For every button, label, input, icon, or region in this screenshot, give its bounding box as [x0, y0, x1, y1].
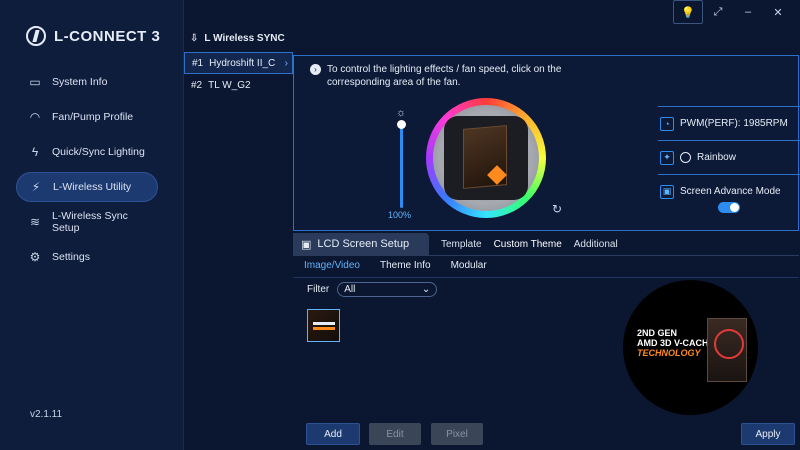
tab-template[interactable]: Template: [441, 239, 482, 250]
lighting-mode-row[interactable]: ✦ Rainbow: [658, 140, 800, 174]
maximize-icon[interactable]: ⤢: [703, 0, 733, 24]
pwm-row[interactable]: ◔ PWM(PERF): 1985RPM: [658, 106, 800, 140]
logo-icon: [26, 26, 46, 46]
chevron-down-icon: ⌄: [421, 284, 431, 295]
divider: [293, 277, 799, 278]
brightness-icon: ☼: [396, 107, 407, 119]
chevron-right-icon: ›: [284, 57, 288, 69]
gear-icon: ⚙: [29, 250, 41, 264]
device-item-tl-w-g2[interactable]: #2 TL W_G2: [184, 74, 293, 96]
subtab-image-video[interactable]: Image/Video: [304, 260, 360, 271]
app-version: v2.1.11: [30, 409, 63, 420]
close-icon[interactable]: ✕: [763, 0, 793, 24]
rotate-icon[interactable]: ↻: [552, 202, 562, 216]
brand: L-CONNECT 3: [26, 26, 160, 46]
sidebar-item-label: System Info: [52, 76, 108, 88]
media-thumbnail[interactable]: [307, 309, 340, 342]
device-group-header: ⇩ L Wireless SYNC: [190, 33, 285, 44]
lcd-screen-icon: ▣: [301, 238, 312, 251]
sidebar-item-label: Fan/Pump Profile: [52, 111, 134, 123]
device-name: TL W_G2: [208, 79, 251, 91]
screen-advance-toggle[interactable]: [718, 202, 740, 213]
brightness-slider-handle[interactable]: [397, 120, 406, 129]
wireless-icon: ⚡: [31, 180, 41, 194]
fan-lcd-preview[interactable]: [444, 116, 528, 200]
filter-label: Filter: [307, 284, 330, 295]
tab-additional[interactable]: Additional: [574, 239, 618, 250]
device-id: #2: [191, 79, 203, 91]
device-id: #1: [192, 57, 204, 69]
pixel-button[interactable]: Pixel: [431, 423, 483, 445]
device-list: #1 Hydroshift II_C › #2 TL W_G2: [184, 52, 293, 96]
fan-icon: ◠: [29, 110, 41, 124]
device-control-panel: › To control the lighting effects / fan …: [293, 55, 800, 231]
monitor-icon: ▭: [29, 75, 41, 89]
sidebar-item-l-wireless-sync-setup[interactable]: ≋ L-Wireless Sync Setup: [16, 207, 158, 237]
arrow-right-circle-icon: ›: [310, 64, 321, 75]
screen-icon: ▣: [660, 184, 674, 199]
sidebar-item-label: Quick/Sync Lighting: [52, 146, 145, 158]
window-controls: 💡 ⤢ – ✕: [673, 0, 793, 24]
sidebar-item-l-wireless-utility[interactable]: ⚡ L-Wireless Utility: [16, 172, 158, 202]
sidebar-item-label: L-Wireless Sync Setup: [51, 210, 128, 234]
sidebar-item-quick-sync-lighting[interactable]: ϟ Quick/Sync Lighting: [16, 137, 158, 167]
pwm-value: PWM(PERF): 1985RPM: [680, 118, 788, 129]
lightning-icon: ϟ: [31, 145, 39, 159]
lighting-mode-label: Rainbow: [697, 152, 736, 163]
brightness-slider[interactable]: [400, 124, 403, 208]
sparkle-icon: ✦: [660, 150, 674, 165]
app-name: L-CONNECT 3: [54, 27, 161, 45]
sidebar: L-CONNECT 3 ▭ System Info ◠ Fan/Pump Pro…: [0, 0, 184, 450]
lcd-preview: 2ND GEN AMD 3D V-CACHE™ TECHNOLOGY: [623, 280, 758, 415]
device-group-title: L Wireless SYNC: [204, 33, 285, 44]
lcd-tabs: ▣ LCD Screen Setup Template Custom Theme…: [293, 233, 799, 255]
edit-button[interactable]: Edit: [369, 423, 421, 445]
sidebar-nav: ▭ System Info ◠ Fan/Pump Profile ϟ Quick…: [16, 67, 158, 277]
pc-case-image: [707, 318, 747, 382]
lighting-mode-radio[interactable]: [680, 152, 691, 163]
bulb-icon[interactable]: 💡: [673, 0, 703, 24]
speedometer-icon: ◔: [660, 116, 674, 131]
add-button[interactable]: Add: [306, 423, 360, 445]
wireless-sync-icon: ⇩: [190, 33, 199, 44]
brightness-value: 100%: [388, 210, 412, 220]
sidebar-item-label: Settings: [52, 251, 90, 263]
tab-lcd-screen-setup[interactable]: ▣ LCD Screen Setup: [293, 233, 429, 255]
filter-value: All: [344, 284, 356, 295]
fan-settings: ◔ PWM(PERF): 1985RPM ✦ Rainbow ▣ Screen …: [658, 106, 800, 208]
info-message: › To control the lighting effects / fan …: [310, 63, 590, 89]
device-name: Hydroshift II_C: [209, 57, 276, 69]
tab-custom-theme[interactable]: Custom Theme: [494, 239, 562, 250]
sidebar-item-settings[interactable]: ⚙ Settings: [16, 242, 158, 272]
divider: [293, 255, 799, 256]
apply-button[interactable]: Apply: [741, 423, 795, 445]
sidebar-item-label: L-Wireless Utility: [53, 181, 132, 193]
minimize-icon[interactable]: –: [733, 0, 763, 24]
device-item-hydroshift[interactable]: #1 Hydroshift II_C ›: [184, 52, 293, 74]
sidebar-item-system-info[interactable]: ▭ System Info: [16, 67, 158, 97]
info-text: To control the lighting effects / fan sp…: [327, 64, 562, 88]
filter-bar: Filter All ⌄: [307, 282, 438, 297]
tab-label: LCD Screen Setup: [317, 238, 410, 250]
sidebar-item-fan-pump-profile[interactable]: ◠ Fan/Pump Profile: [16, 102, 158, 132]
subtab-modular[interactable]: Modular: [451, 260, 487, 271]
filter-dropdown[interactable]: All ⌄: [337, 282, 438, 297]
subtab-theme-info[interactable]: Theme Info: [380, 260, 431, 271]
sync-setup-icon: ≋: [29, 215, 41, 229]
screen-advance-label: Screen Advance Mode: [680, 186, 781, 197]
custom-theme-subtabs: Image/Video Theme Info Modular: [304, 260, 487, 271]
